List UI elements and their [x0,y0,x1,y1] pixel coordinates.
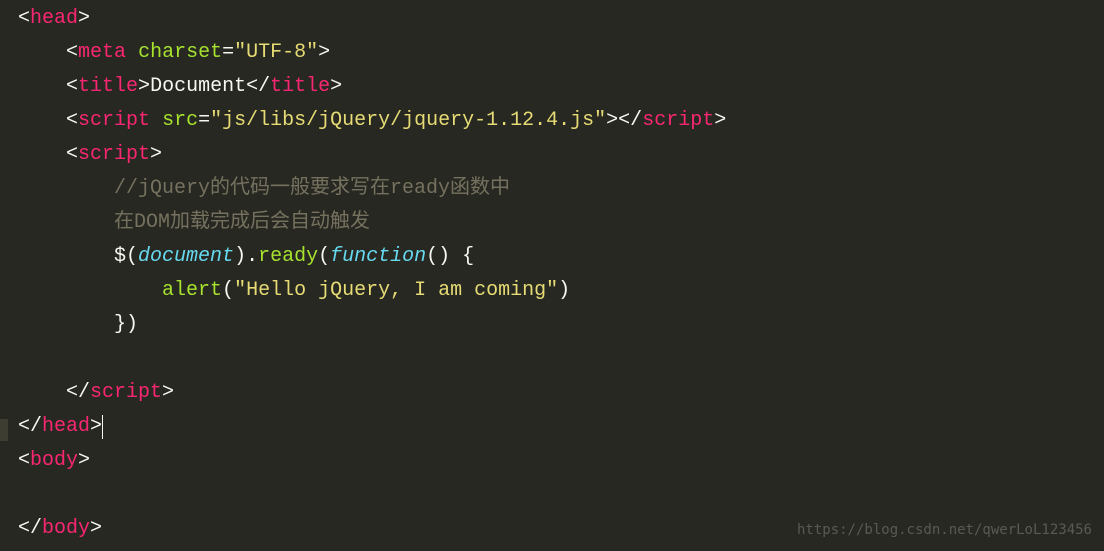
code-line[interactable]: //jQuery的代码一般要求写在ready函数中 [18,172,1104,206]
code-line[interactable] [18,478,1104,512]
bracket: </ [18,512,42,546]
code-line[interactable]: </script> [18,376,1104,410]
cursor-icon [102,415,103,439]
code-line[interactable] [18,342,1104,376]
code-line[interactable]: <title>Document</title> [18,70,1104,104]
bracket: < [66,104,78,138]
bracket: ></ [606,104,642,138]
indent [18,206,114,240]
bracket: > [162,376,174,410]
attr-value: "js/libs/jQuery/jquery-1.12.4.js" [210,104,606,138]
attr-value: "UTF-8" [234,36,318,70]
comment: //jQuery的代码一般要求写在ready函数中 [114,172,510,206]
tag-name: body [42,512,90,546]
curly-brace: } [114,308,126,342]
bracket: > [90,410,102,444]
paren: ( [318,240,330,274]
bracket: > [714,104,726,138]
variable: document [138,240,234,274]
paren: () [426,240,462,274]
bracket: < [66,36,78,70]
bracket: </ [246,70,270,104]
bracket: > [318,36,330,70]
indent [18,104,66,138]
code-line[interactable]: <body> [18,444,1104,478]
watermark-text: https://blog.csdn.net/qwerLoL123456 [797,519,1092,543]
code-line[interactable]: <script> [18,138,1104,172]
equals: = [198,104,210,138]
bracket: > [138,70,150,104]
indent [18,308,114,342]
gutter-marker [0,419,8,441]
bracket: > [90,512,102,546]
paren: ( [126,240,138,274]
function-name: ready [258,240,318,274]
paren: ) [234,240,246,274]
bracket: > [150,138,162,172]
tag-name: head [30,2,78,36]
dot: . [246,240,258,274]
code-line[interactable]: <head> [18,2,1104,36]
code-line[interactable]: }) [18,308,1104,342]
paren: ) [558,274,570,308]
tag-name: meta [78,36,126,70]
indent [18,240,114,274]
equals: = [222,36,234,70]
bracket: </ [66,376,90,410]
indent [18,274,162,308]
indent [18,172,114,206]
indent [18,478,66,512]
bracket: > [78,444,90,478]
tag-name: script [78,104,150,138]
tag-name: title [270,70,330,104]
code-line[interactable]: alert("Hello jQuery, I am coming") [18,274,1104,308]
dollar-sign: $ [114,240,126,274]
comment: 在DOM加载完成后会自动触发 [114,206,370,240]
tag-name: script [78,138,150,172]
tag-name: title [78,70,138,104]
paren: ) [126,308,138,342]
paren: ( [222,274,234,308]
attr-name: charset [138,36,222,70]
tag-name: head [42,410,90,444]
code-line[interactable]: <meta charset="UTF-8"> [18,36,1104,70]
indent [18,36,66,70]
indent [18,70,66,104]
tag-name: body [30,444,78,478]
string-literal: "Hello jQuery, I am coming" [234,274,558,308]
indent [18,376,66,410]
keyword: function [330,240,426,274]
bracket: < [66,70,78,104]
bracket: < [18,444,30,478]
bracket: < [66,138,78,172]
attr-name: src [162,104,198,138]
function-name: alert [162,274,222,308]
tag-name: script [642,104,714,138]
code-line[interactable]: </head> [18,410,1104,444]
bracket: > [330,70,342,104]
code-editor[interactable]: <head> <meta charset="UTF-8"> <title>Doc… [18,2,1104,546]
bracket: </ [18,410,42,444]
code-line[interactable]: $(document).ready(function() { [18,240,1104,274]
bracket: < [18,2,30,36]
text-content: Document [150,70,246,104]
indent [18,138,66,172]
tag-name: script [90,376,162,410]
code-line[interactable]: 在DOM加载完成后会自动触发 [18,206,1104,240]
curly-brace: { [462,240,474,274]
code-line[interactable]: <script src="js/libs/jQuery/jquery-1.12.… [18,104,1104,138]
bracket: > [78,2,90,36]
